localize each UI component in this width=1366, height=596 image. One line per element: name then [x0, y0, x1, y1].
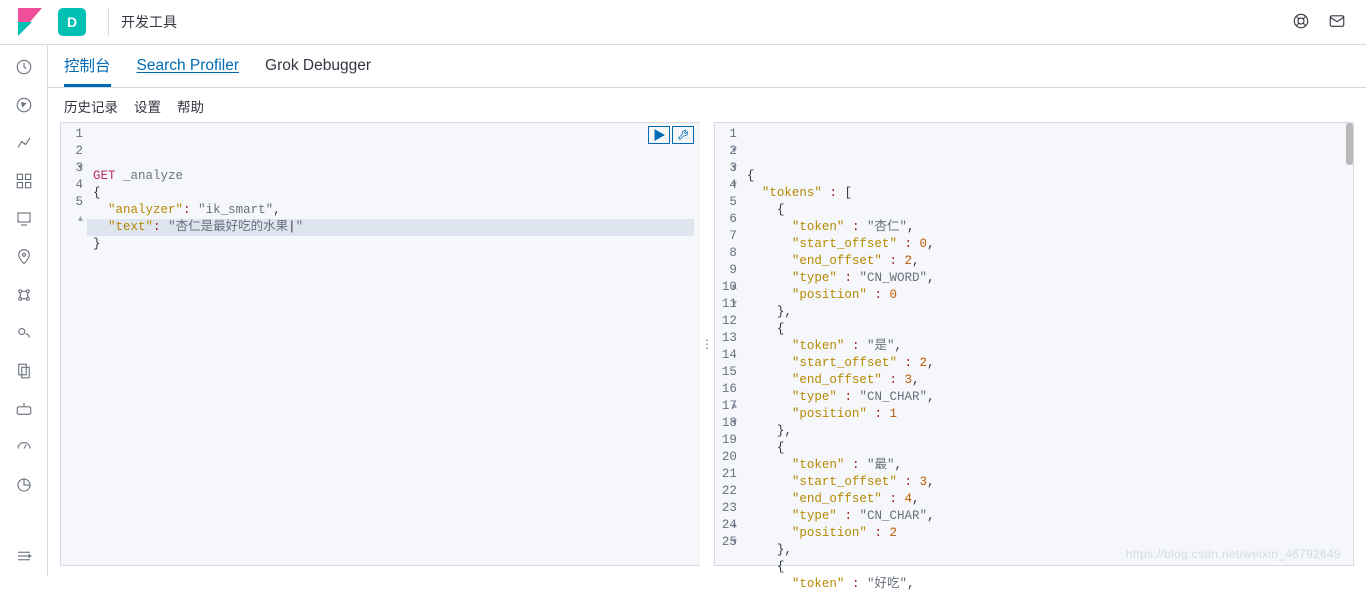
settings-link[interactable]: 设置: [134, 96, 161, 116]
scrollbar-thumb[interactable]: [1346, 123, 1353, 165]
space-selector[interactable]: D: [58, 8, 86, 36]
drag-handle-icon: ⋮: [701, 342, 713, 346]
response-code: { "tokens" : [ { "token" : "杏仁", "start_…: [741, 123, 1353, 565]
recent-icon[interactable]: [14, 57, 34, 77]
logs-icon[interactable]: [14, 361, 34, 381]
topbar-separator: [108, 8, 109, 36]
watermark-text: https://blog.csdn.net/weixin_46792649: [1126, 547, 1341, 561]
console-toolbar: 历史记录 设置 帮助: [48, 88, 1366, 122]
tab-console[interactable]: 控制台: [64, 45, 111, 87]
history-link[interactable]: 历史记录: [64, 96, 118, 116]
pane-divider[interactable]: ⋮: [700, 122, 714, 566]
help-link[interactable]: 帮助: [177, 96, 204, 116]
help-icon[interactable]: [1292, 12, 1310, 33]
run-request-button[interactable]: [648, 126, 670, 144]
maps-icon[interactable]: [14, 247, 34, 267]
request-options-button[interactable]: [672, 126, 694, 144]
request-code[interactable]: GET _analyze{ "analyzer": "ik_smart", "t…: [87, 123, 700, 565]
ml-icon[interactable]: [14, 285, 34, 305]
request-gutter: 12 ▾345 ▴: [61, 123, 87, 565]
response-gutter: 1 ▾2 ▾3 ▾456789 ▴10 ▾111213141516 ▴17 ▾1…: [715, 123, 741, 565]
response-viewer[interactable]: 1 ▾2 ▾3 ▾456789 ▴10 ▾111213141516 ▴17 ▾1…: [714, 122, 1354, 566]
dev-tools-tabs: 控制台 Search Profiler Grok Debugger: [48, 45, 1366, 88]
tab-search-profiler[interactable]: Search Profiler: [137, 57, 240, 75]
side-nav: [0, 45, 48, 576]
discover-icon[interactable]: [14, 95, 34, 115]
visualize-icon[interactable]: [14, 133, 34, 153]
dashboard-icon[interactable]: [14, 171, 34, 191]
topbar: D 开发工具: [0, 0, 1366, 45]
kibana-logo[interactable]: [14, 6, 46, 38]
tab-grok-debugger[interactable]: Grok Debugger: [265, 57, 371, 75]
metrics-icon[interactable]: [14, 323, 34, 343]
uptime-icon[interactable]: [14, 437, 34, 457]
collapse-nav-icon[interactable]: [14, 546, 34, 566]
siem-icon[interactable]: [14, 475, 34, 495]
app-title: 开发工具: [121, 12, 177, 32]
apm-icon[interactable]: [14, 399, 34, 419]
feedback-icon[interactable]: [1328, 12, 1346, 33]
canvas-icon[interactable]: [14, 209, 34, 229]
request-editor[interactable]: 12 ▾345 ▴ GET _analyze{ "analyzer": "ik_…: [60, 122, 700, 566]
